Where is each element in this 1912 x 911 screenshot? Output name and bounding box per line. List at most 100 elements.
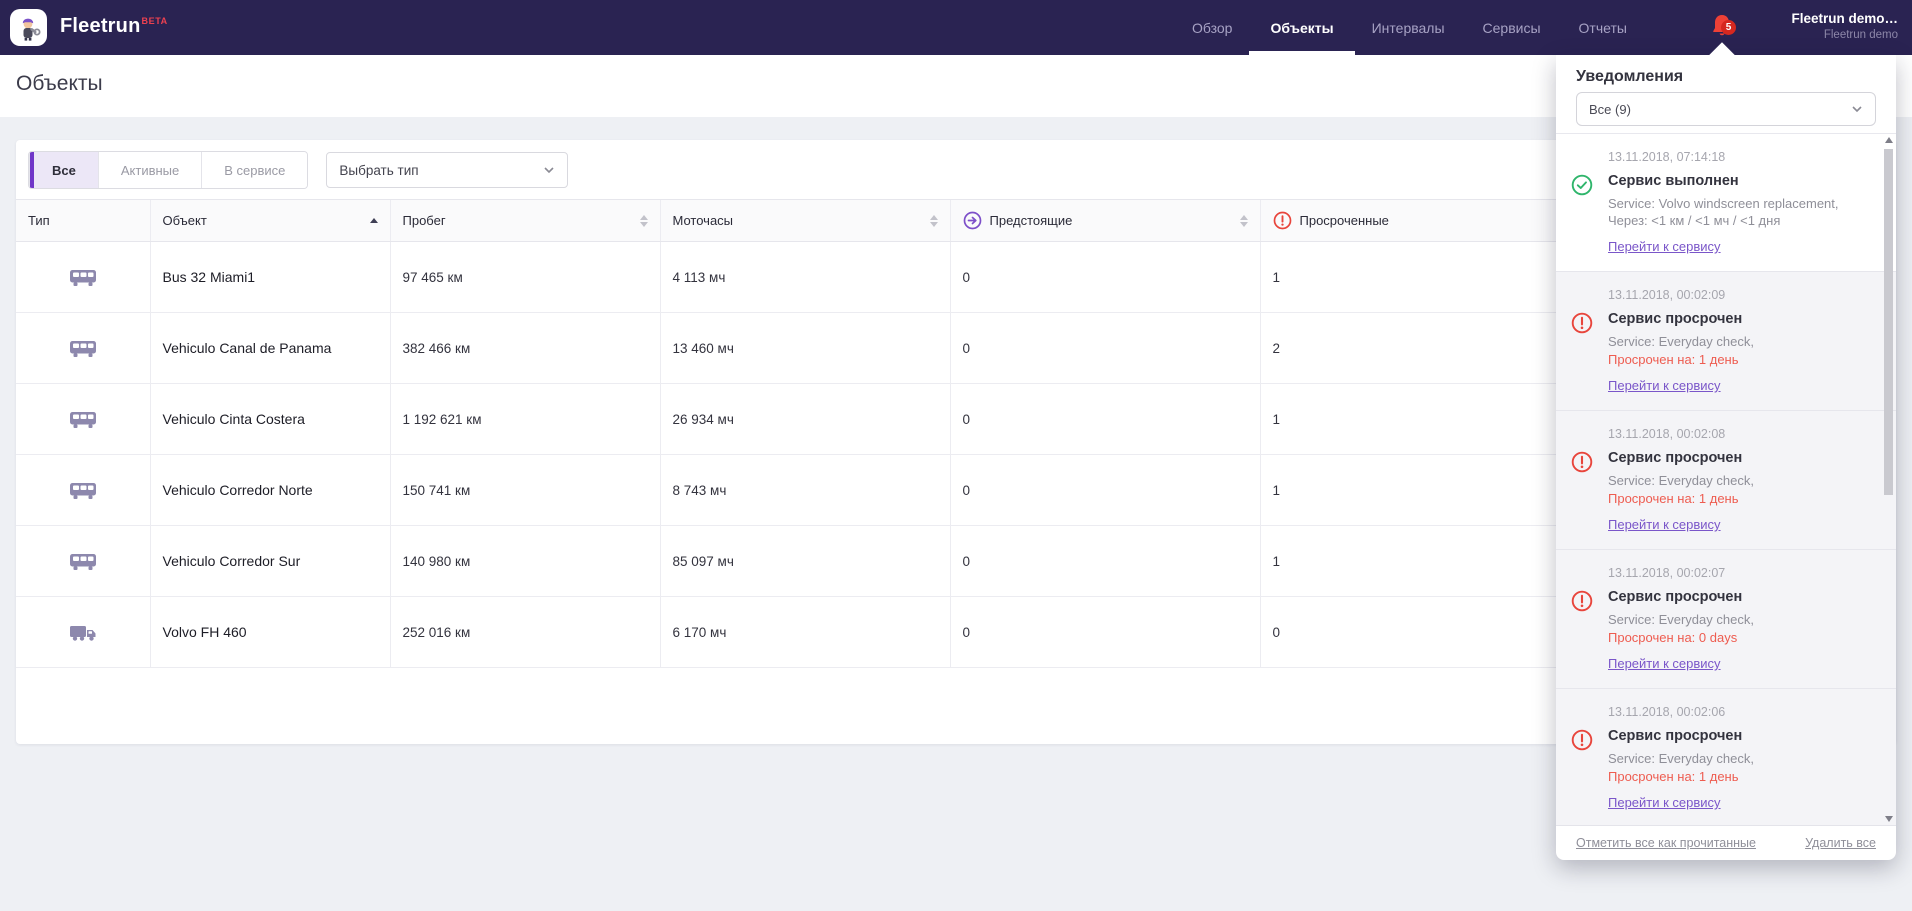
scroll-down-arrow-icon[interactable] [1885,816,1893,822]
col-type: Тип [16,200,150,242]
scrollbar-thumb[interactable] [1884,149,1893,495]
notifications-list: 13.11.2018, 07:14:18 Сервис выполнен Ser… [1556,134,1896,826]
alert-circle-icon [1571,312,1593,334]
notification-title: Сервис просрочен [1608,728,1870,744]
bus-icon [69,410,97,429]
object-upcoming: 0 [950,242,1260,313]
object-mileage: 140 980 км [390,526,660,597]
go-to-service-link[interactable]: Перейти к сервису [1608,517,1721,532]
notification-service-line: Service: Everyday check, [1608,750,1870,767]
notifications-panel: Уведомления Все (9) [1556,55,1896,860]
object-engine-hours: 85 097 мч [660,526,950,597]
object-upcoming: 0 [950,455,1260,526]
bus-icon [69,481,97,500]
notification-title: Сервис просрочен [1608,589,1870,605]
go-to-service-link[interactable]: Перейти к сервису [1608,239,1721,254]
sort-icon[interactable] [930,215,938,227]
notification-timestamp: 13.11.2018, 00:02:08 [1608,427,1870,441]
notification-item[interactable]: 13.11.2018, 00:02:06 Сервис просрочен Se… [1556,689,1896,826]
user-menu[interactable]: Fleetrun demo… Fleetrun demo [1791,9,1898,43]
notification-title: Сервис выполнен [1608,173,1870,189]
nav-item[interactable]: Интервалы [1372,0,1445,55]
go-to-service-link[interactable]: Перейти к сервису [1608,378,1721,393]
nav-item[interactable]: Обзор [1192,0,1232,55]
notifications-footer: Отметить все как прочитанные Удалить все [1556,825,1896,860]
filter-tab[interactable]: Активные [98,152,201,188]
object-engine-hours: 6 170 мч [660,597,950,668]
mechanic-logo-icon [16,15,42,41]
notification-timestamp: 13.11.2018, 00:02:09 [1608,288,1870,302]
sort-asc-icon[interactable] [370,218,378,223]
alert-circle-icon [1571,451,1593,473]
object-engine-hours: 4 113 мч [660,242,950,313]
mark-all-read-link[interactable]: Отметить все как прочитанные [1576,836,1756,850]
page-title: Объекты [16,72,103,96]
notification-item[interactable]: 13.11.2018, 07:14:18 Сервис выполнен Ser… [1556,134,1896,272]
filter-tab[interactable]: В сервисе [201,152,307,188]
notification-service-line: Service: Volvo windscreen replacement, [1608,195,1870,212]
notification-item[interactable]: 13.11.2018, 00:02:07 Сервис просрочен Se… [1556,550,1896,689]
notifications-title: Уведомления [1576,68,1683,86]
notification-timestamp: 13.11.2018, 00:02:07 [1608,566,1870,580]
col-object[interactable]: Объект [150,200,390,242]
object-upcoming: 0 [950,313,1260,384]
bus-icon [69,268,97,287]
notification-service-line: Service: Everyday check, [1608,472,1870,489]
object-name: Bus 32 Miami1 [150,242,390,313]
object-upcoming: 0 [950,384,1260,455]
brand-name: FleetrunBETA [60,15,168,38]
object-name: Vehiculo Corredor Norte [150,455,390,526]
object-upcoming: 0 [950,597,1260,668]
sort-icon[interactable] [1240,215,1248,227]
main-nav: Обзор Объекты Интервалы Сервисы Отчеты [1192,0,1627,55]
type-select[interactable]: Выбрать тип [326,152,568,188]
filter-tab[interactable]: Все [29,152,98,188]
bus-icon [69,552,97,571]
chevron-down-icon [543,166,555,174]
object-engine-hours: 8 743 мч [660,455,950,526]
fleetrun-logo[interactable] [10,9,47,46]
notification-timestamp: 13.11.2018, 07:14:18 [1608,150,1870,164]
truck-icon [69,623,97,642]
object-mileage: 150 741 км [390,455,660,526]
notifications-bell-button[interactable]: 5 [1710,13,1742,43]
nav-item[interactable]: Объекты [1270,0,1333,55]
notification-item[interactable]: 13.11.2018, 00:02:08 Сервис просрочен Se… [1556,411,1896,550]
col-engine-hours[interactable]: Моточасы [660,200,950,242]
user-account: Fleetrun demo [1791,28,1898,43]
filter-row: Все Активные В сервисе Выбрать тип [28,148,568,192]
notification-service-line: Service: Everyday check, [1608,333,1870,350]
notification-overdue-line: Просрочен на: 0 days [1608,629,1870,646]
scroll-up-arrow-icon[interactable] [1885,137,1893,143]
user-name: Fleetrun demo… [1791,9,1898,28]
go-to-service-link[interactable]: Перейти к сервису [1608,656,1721,671]
col-mileage[interactable]: Пробег [390,200,660,242]
object-name: Vehiculo Corredor Sur [150,526,390,597]
sort-icon[interactable] [640,215,648,227]
notification-title: Сервис просрочен [1608,450,1870,466]
object-mileage: 97 465 км [390,242,660,313]
object-name: Vehiculo Canal de Panama [150,313,390,384]
notification-item[interactable]: 13.11.2018, 00:02:09 Сервис просрочен Se… [1556,272,1896,411]
notification-timestamp: 13.11.2018, 00:02:06 [1608,705,1870,719]
upcoming-icon [963,211,982,230]
object-name: Vehiculo Cinta Costera [150,384,390,455]
object-mileage: 252 016 км [390,597,660,668]
nav-item[interactable]: Сервисы [1483,0,1541,55]
top-navbar: FleetrunBETA Обзор Объекты Интервалы Сер… [0,0,1912,55]
col-upcoming[interactable]: Предстоящие [950,200,1260,242]
notifications-filter-select[interactable]: Все (9) [1576,92,1876,126]
panel-scrollbar[interactable] [1884,135,1894,824]
object-name: Volvo FH 460 [150,597,390,668]
nav-item[interactable]: Отчеты [1579,0,1627,55]
alert-circle-icon [1571,590,1593,612]
go-to-service-link[interactable]: Перейти к сервису [1608,795,1721,810]
notification-count-badge: 5 [1721,20,1736,35]
object-engine-hours: 13 460 мч [660,313,950,384]
object-engine-hours: 26 934 мч [660,384,950,455]
bus-icon [69,339,97,358]
check-circle-icon [1571,174,1593,196]
alert-circle-icon [1571,729,1593,751]
delete-all-link[interactable]: Удалить все [1805,836,1876,850]
object-mileage: 382 466 км [390,313,660,384]
